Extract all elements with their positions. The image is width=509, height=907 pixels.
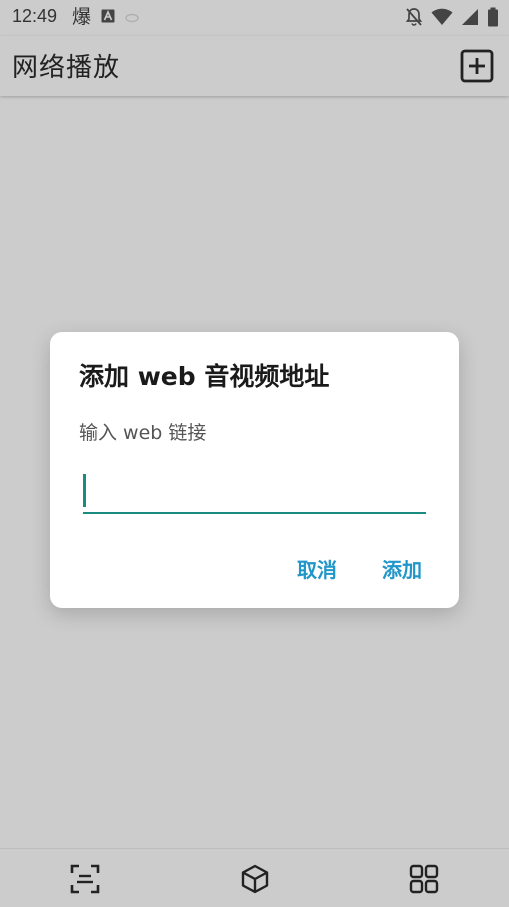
- notification-explode-icon: 爆: [72, 6, 92, 28]
- scan-icon: [70, 864, 100, 894]
- dialog-title: 添加 web 音视频地址: [79, 362, 330, 391]
- status-time: 12:49: [12, 6, 58, 26]
- bottom-navigation: [0, 848, 509, 907]
- page-title: 网络播放: [12, 53, 121, 83]
- nav-scan[interactable]: [69, 863, 101, 895]
- dot-icon: [125, 8, 139, 27]
- app-bar: 网络播放: [0, 36, 509, 96]
- add-url-dialog: 添加 web 音视频地址 输入 web 链接 取消 添加: [50, 332, 459, 608]
- nav-apps[interactable]: [408, 863, 440, 895]
- bell-off-icon: [405, 7, 423, 31]
- add-box-icon: [460, 49, 494, 83]
- nav-cube[interactable]: [239, 863, 271, 895]
- status-bar: 12:49 爆: [0, 0, 509, 36]
- cube-icon: [241, 864, 269, 894]
- cancel-button[interactable]: 取消: [297, 554, 337, 583]
- wifi-icon: [431, 8, 453, 30]
- add-button[interactable]: [459, 48, 495, 84]
- signal-icon: [461, 8, 479, 30]
- status-left-icons: 爆: [72, 6, 139, 28]
- dialog-hint: 输入 web 链接: [79, 422, 207, 444]
- battery-icon: [487, 7, 499, 31]
- status-right-icons: [405, 7, 499, 31]
- url-input-wrapper[interactable]: [83, 470, 426, 514]
- add-button-confirm[interactable]: 添加: [382, 554, 422, 583]
- a-box-icon: [101, 8, 115, 27]
- apps-grid-icon: [409, 864, 439, 894]
- url-input[interactable]: [83, 470, 426, 512]
